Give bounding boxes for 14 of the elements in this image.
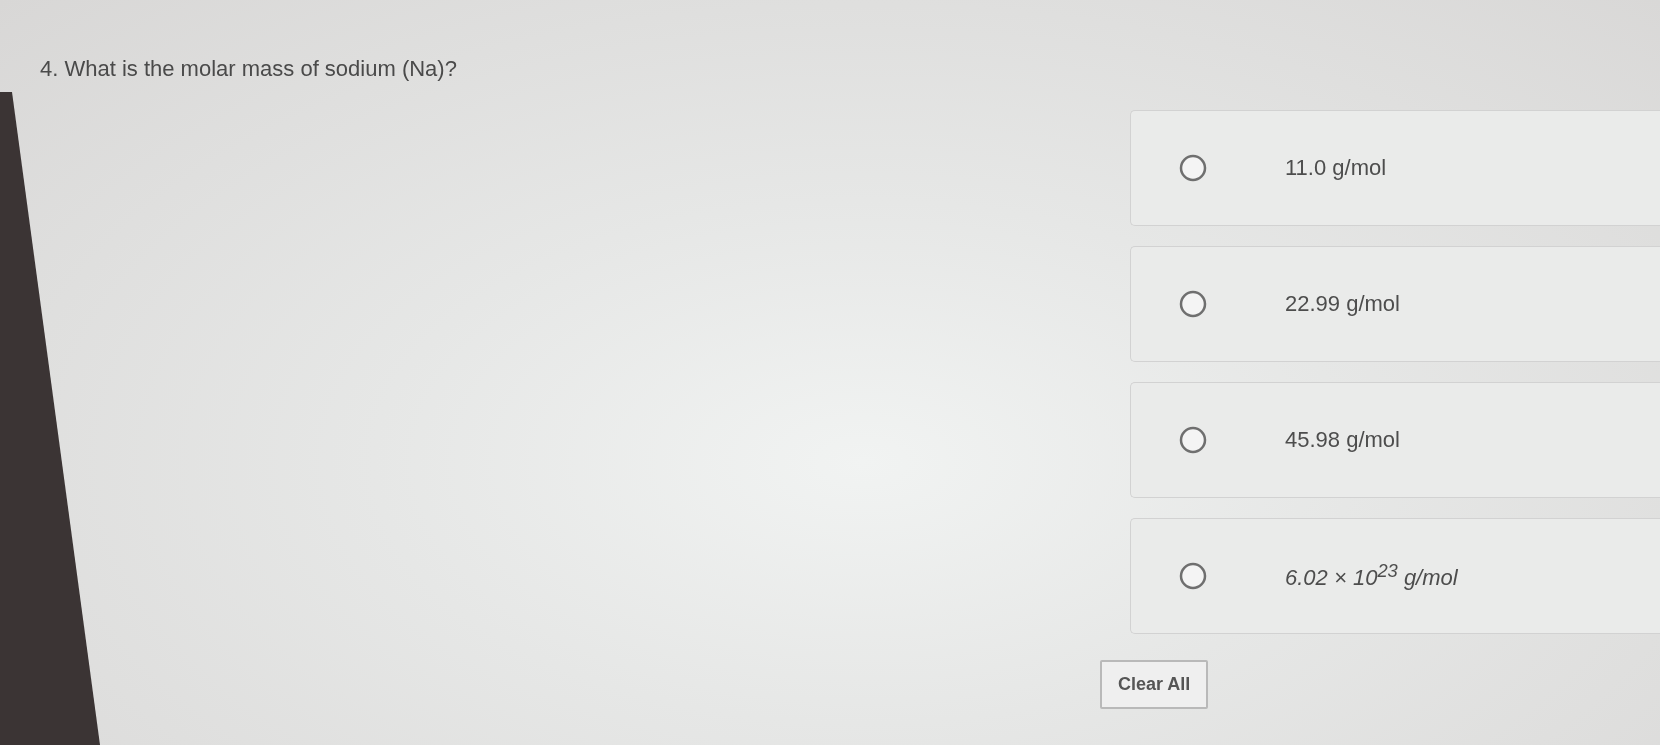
radio-button-icon[interactable] xyxy=(1179,426,1207,454)
answer-option[interactable]: 45.98 g/mol xyxy=(1130,382,1660,498)
answer-option[interactable]: 22.99 g/mol xyxy=(1130,246,1660,362)
clear-all-button[interactable]: Clear All xyxy=(1100,660,1209,709)
option-label: 45.98 g/mol xyxy=(1285,427,1400,453)
radio-button-icon[interactable] xyxy=(1179,154,1207,182)
radio-button-icon[interactable] xyxy=(1179,290,1207,318)
answer-option[interactable]: 11.0 g/mol xyxy=(1130,110,1660,226)
option-label: 11.0 g/mol xyxy=(1285,155,1387,181)
option-label: 6.02 × 10$^{23}$ g/mol xyxy=(1285,560,1458,592)
answer-option[interactable]: 6.02 × 10$^{23}$ g/mol xyxy=(1130,518,1660,634)
radio-button-icon[interactable] xyxy=(1179,562,1207,590)
question-text: 4. What is the molar mass of sodium (Na)? xyxy=(40,56,457,82)
option-label: 22.99 g/mol xyxy=(1285,291,1400,317)
